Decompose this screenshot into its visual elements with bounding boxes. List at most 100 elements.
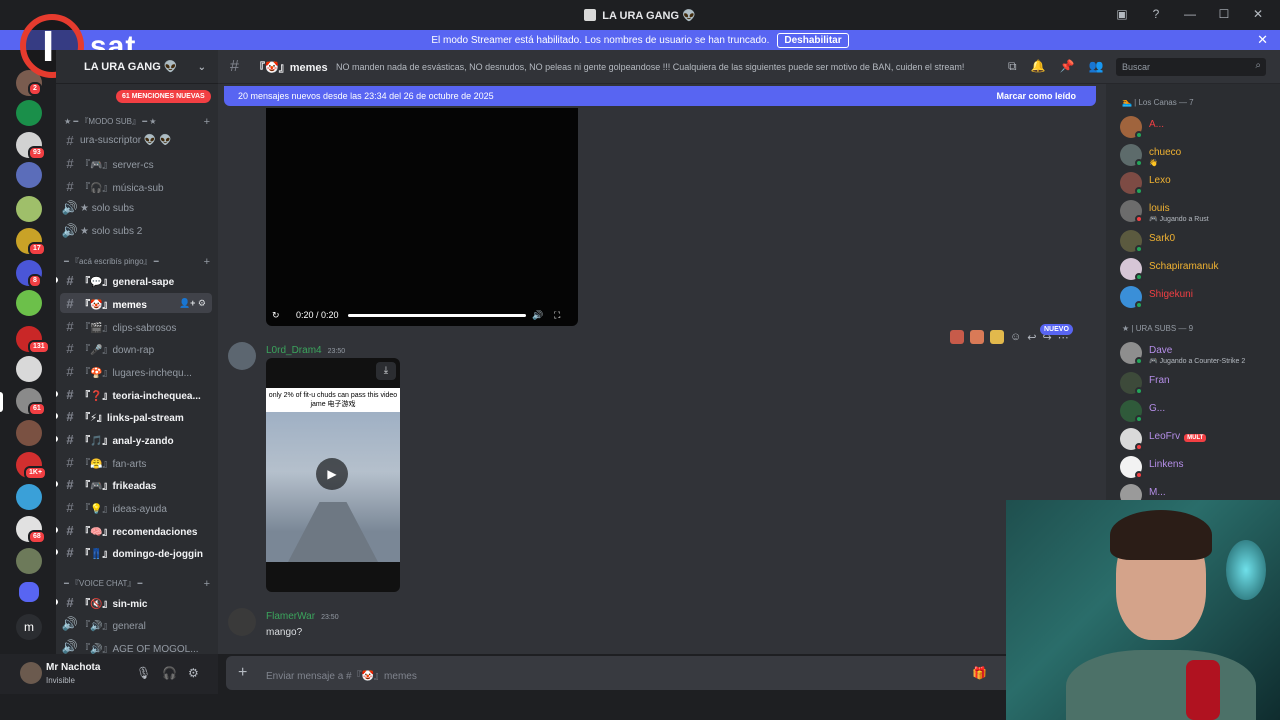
voice-channel-item[interactable]: 🔊 ★ solo subs 2 bbox=[60, 221, 212, 241]
category-aca-escribis[interactable]: ━ 『acá escribís pingo』 ━ + bbox=[64, 256, 214, 268]
server-icon[interactable] bbox=[16, 420, 42, 446]
server-icon[interactable] bbox=[16, 196, 42, 222]
headphones-icon[interactable]: 🎧 bbox=[162, 666, 177, 680]
server-icon[interactable] bbox=[16, 548, 42, 574]
add-reaction-icon[interactable]: ☺ bbox=[1010, 331, 1021, 343]
message-author[interactable]: L0rd_Dram4 23:50 bbox=[266, 345, 345, 356]
channel-label: 『🎧』música-sub bbox=[80, 182, 164, 194]
channel-label: 『🎤』down-rap bbox=[80, 344, 155, 356]
video-progress-bar[interactable] bbox=[348, 314, 526, 317]
member-item[interactable]: M... bbox=[1120, 484, 1280, 500]
channel-item[interactable]: # 『🔇』sin-mic bbox=[56, 592, 212, 612]
threads-icon[interactable]: ⧉ bbox=[1008, 59, 1017, 74]
reaction-emoji[interactable] bbox=[970, 330, 984, 344]
channel-item[interactable]: # 『⚡』links-pal-stream bbox=[56, 406, 212, 426]
member-item[interactable]: chueco 👋 bbox=[1120, 144, 1280, 172]
new-messages-bar[interactable]: 20 mensajes nuevos desde las 23:34 del 2… bbox=[224, 86, 1096, 106]
attach-plus-icon[interactable]: + bbox=[238, 664, 247, 682]
replay-icon[interactable]: ↻ bbox=[272, 310, 280, 321]
channel-item[interactable]: # 『🎮』frikeadas bbox=[56, 474, 212, 494]
channel-item-active[interactable]: # 『🤡』memes 👤+ ⚙ bbox=[60, 293, 212, 313]
close-window-button[interactable]: ✕ bbox=[1250, 7, 1266, 21]
download-icon[interactable]: ⤓ bbox=[376, 362, 396, 380]
channel-item[interactable]: # 『🎮』server-cs bbox=[60, 153, 212, 173]
server-icon[interactable] bbox=[16, 162, 42, 188]
channel-item[interactable]: # 『😤』fan-arts bbox=[60, 452, 212, 472]
mark-read-button[interactable]: Marcar como leído bbox=[996, 91, 1076, 101]
bell-icon[interactable]: 🔔 bbox=[1031, 59, 1046, 74]
video-player[interactable]: ↻ 0:20 / 0:20 🔊 ⛶ bbox=[266, 108, 578, 326]
close-banner-icon[interactable]: ✕ bbox=[1257, 32, 1268, 48]
member-item[interactable]: louis 🎮 Jugando a Rust bbox=[1120, 200, 1280, 228]
channel-item[interactable]: # 『🧠』recomendaciones bbox=[56, 520, 212, 540]
channel-topic[interactable]: NO manden nada de esvásticas, NO desnudo… bbox=[336, 62, 964, 72]
pin-icon[interactable]: 📌 bbox=[1060, 59, 1075, 74]
volume-icon[interactable]: 🔊 bbox=[532, 310, 543, 321]
channel-item[interactable]: # 『🎤』down-rap bbox=[60, 338, 212, 358]
channel-item[interactable]: # 『🎬』clips-sabrosos bbox=[60, 316, 212, 336]
channel-item[interactable]: # 『🎧』música-sub bbox=[60, 176, 212, 196]
search-input[interactable]: Buscar ⌕ bbox=[1116, 58, 1266, 76]
voice-channel-item[interactable]: 🔊 ★ solo subs bbox=[60, 198, 212, 218]
gear-icon[interactable]: ⚙ bbox=[188, 666, 199, 680]
server-badge: 8 bbox=[28, 274, 42, 288]
inbox-icon[interactable]: ▣ bbox=[1114, 7, 1130, 21]
fullscreen-icon[interactable]: ⛶ bbox=[554, 310, 560, 321]
member-list: 🏊 | Los Canas — 7 A... chueco 👋 Lexo loui… bbox=[1106, 84, 1280, 500]
category-voice-chat[interactable]: ━ 『VOICE CHAT』 ━ + bbox=[64, 578, 214, 590]
channel-label: 『⚡』links-pal-stream bbox=[80, 412, 184, 424]
maximize-button[interactable]: ☐ bbox=[1216, 7, 1232, 21]
user-avatar[interactable] bbox=[20, 662, 42, 684]
server-icon[interactable] bbox=[16, 484, 42, 510]
voice-channel-item[interactable]: 🔊 『🔊』general bbox=[60, 614, 212, 634]
microphone-icon[interactable]: 🎙 bbox=[136, 666, 151, 680]
minimize-button[interactable]: — bbox=[1182, 7, 1198, 21]
channel-item[interactable]: # 『💬』general-sape bbox=[56, 270, 212, 290]
reply-icon[interactable]: ↩ bbox=[1027, 331, 1036, 344]
channel-item[interactable]: # 『💡』ideas-ayuda bbox=[60, 497, 212, 517]
message-author[interactable]: FlamerWar 23:50 bbox=[266, 611, 339, 622]
play-icon[interactable]: ▶ bbox=[316, 458, 348, 490]
member-item[interactable]: Lexo bbox=[1120, 172, 1280, 200]
message-composer[interactable]: + Enviar mensaje a #『🤡』memes 🎁 bbox=[226, 656, 1014, 690]
add-channel-icon[interactable]: + bbox=[204, 116, 210, 128]
members-icon[interactable]: 👥 bbox=[1088, 59, 1103, 74]
member-item[interactable]: LeoFrv MULT bbox=[1120, 428, 1280, 456]
member-item[interactable]: Shigekuni bbox=[1120, 286, 1280, 314]
server-icon[interactable] bbox=[16, 356, 42, 382]
reaction-emoji[interactable] bbox=[990, 330, 1004, 344]
chevron-down-icon[interactable]: ⌄ bbox=[198, 62, 206, 73]
member-item[interactable]: Schapiramanuk bbox=[1120, 258, 1280, 286]
webcam-person-shirt bbox=[1066, 650, 1256, 720]
avatar[interactable] bbox=[228, 608, 256, 636]
channel-item[interactable]: # ura-suscriptor 👽 👽 bbox=[60, 130, 212, 150]
member-item[interactable]: Dave 🎮 Jugando a Counter-Strike 2 bbox=[1120, 342, 1280, 370]
server-icon-m[interactable]: m bbox=[16, 614, 42, 640]
folder-icon[interactable] bbox=[19, 582, 39, 602]
avatar[interactable] bbox=[228, 342, 256, 370]
channel-item[interactable]: # 『🎵』anal-y-zando bbox=[56, 429, 212, 449]
server-header[interactable]: LA URA GANG 👽 ⌄ bbox=[56, 50, 218, 84]
help-icon[interactable]: ? bbox=[1148, 7, 1164, 21]
add-channel-icon[interactable]: + bbox=[204, 578, 210, 590]
unread-dot bbox=[56, 549, 58, 555]
gift-icon[interactable]: 🎁 bbox=[972, 666, 987, 680]
channel-item[interactable]: # 『🍄』lugares-inchequ... bbox=[60, 361, 212, 381]
voice-channel-item[interactable]: 🔊 『🔊』AGE OF MOGOL... bbox=[60, 637, 212, 654]
member-item[interactable]: Fran bbox=[1120, 372, 1280, 400]
channel-item[interactable]: # 『❓』teoria-inchequea... bbox=[56, 384, 212, 404]
server-icon[interactable] bbox=[16, 290, 42, 316]
member-item[interactable]: G... bbox=[1120, 400, 1280, 428]
new-mentions-pill[interactable]: 61 MENCIONES NUEVAS bbox=[116, 90, 211, 103]
member-item[interactable]: Linkens bbox=[1120, 456, 1280, 484]
settings-gear-icon[interactable]: 👤+ ⚙ bbox=[179, 298, 206, 309]
member-item[interactable]: Sark0 bbox=[1120, 230, 1280, 258]
member-item[interactable]: A... bbox=[1120, 116, 1280, 144]
video-attachment[interactable]: ⤓ only 2% of fit-u chuds can pass this v… bbox=[266, 358, 400, 592]
disable-streamer-button[interactable]: Deshabilitar bbox=[777, 32, 849, 48]
channel-item[interactable]: # 『👖』domingo-de-joggin bbox=[56, 542, 212, 562]
add-channel-icon[interactable]: + bbox=[204, 256, 210, 268]
reaction-emoji[interactable] bbox=[950, 330, 964, 344]
category-modo-sub[interactable]: ★ ━ 『MODO SUB』 ━ ★ + bbox=[64, 116, 214, 128]
server-icon[interactable] bbox=[16, 100, 42, 126]
